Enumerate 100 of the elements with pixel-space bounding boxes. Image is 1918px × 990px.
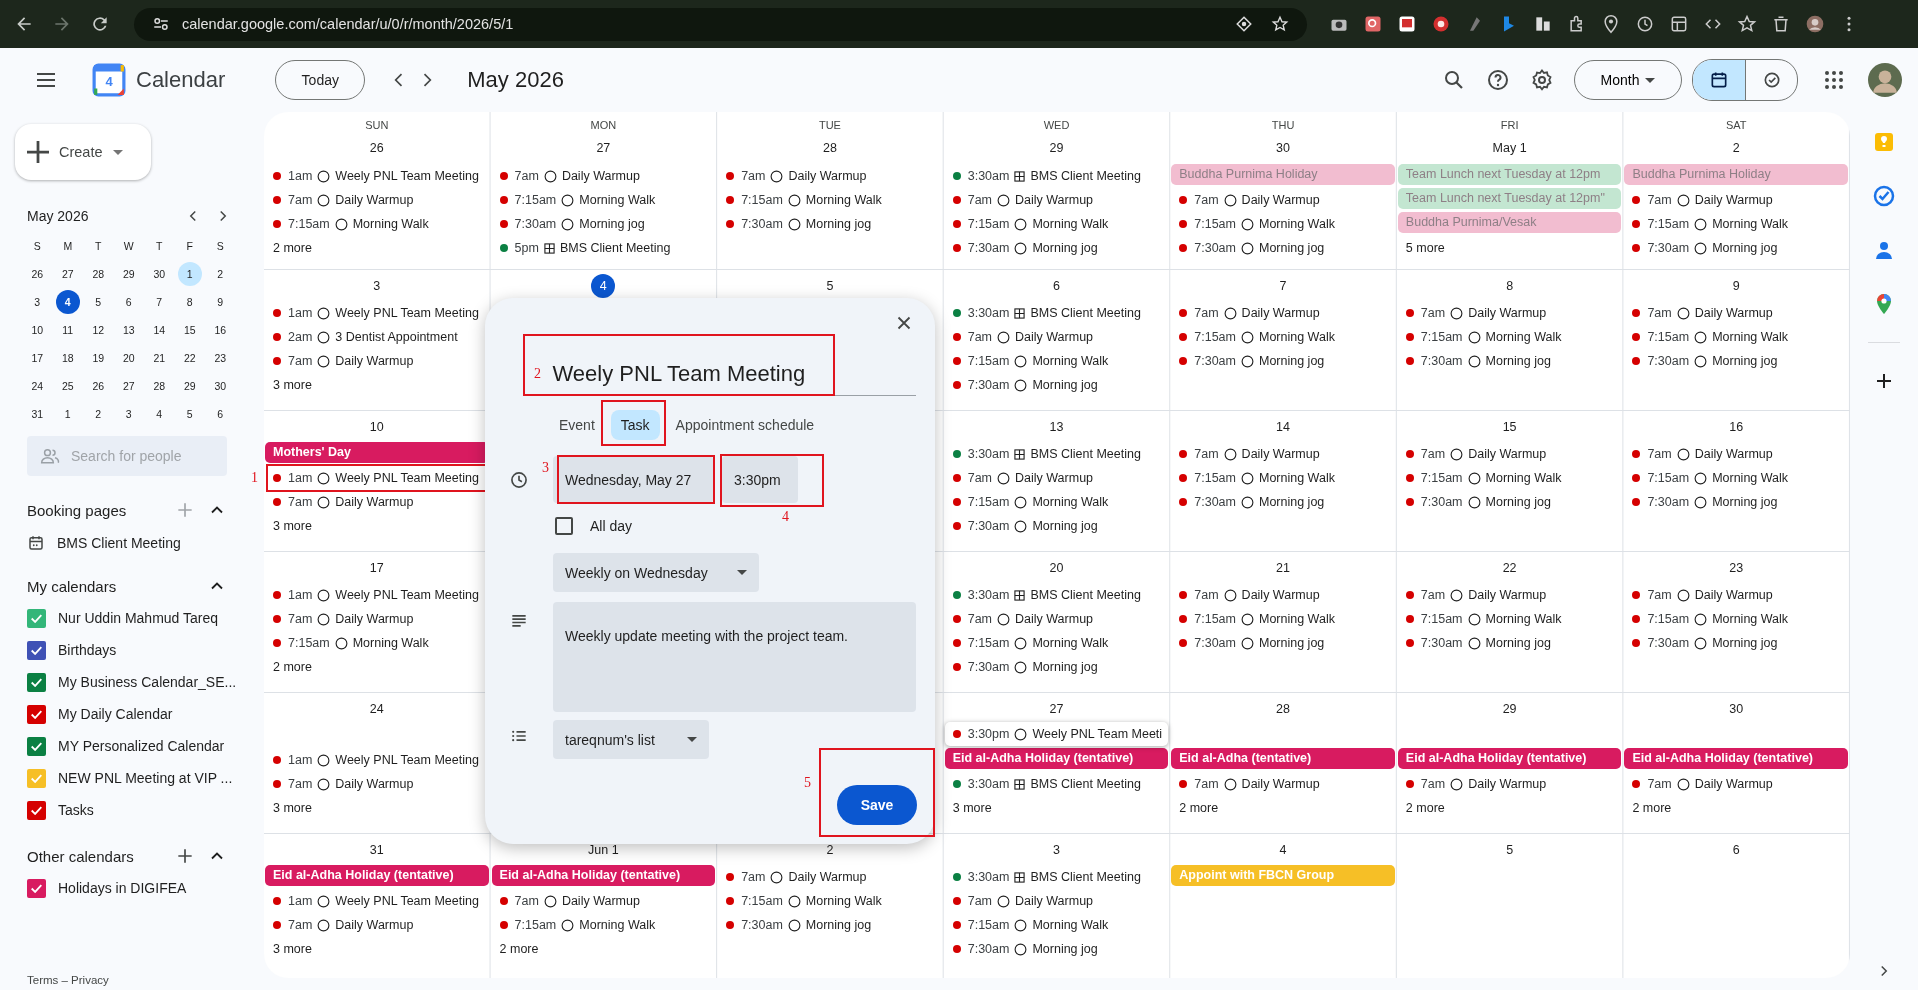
event-title[interactable]: Daily Warmup xyxy=(1241,306,1320,320)
mini-calendar-day[interactable]: 5 xyxy=(177,402,202,426)
event-title[interactable]: Morning Walk xyxy=(1259,217,1335,231)
bookmark-star-icon[interactable] xyxy=(1271,15,1289,33)
event-title[interactable]: Morning Walk xyxy=(579,918,656,932)
extension-icon[interactable] xyxy=(1363,14,1383,34)
more-events-link[interactable]: 5 more xyxy=(1402,236,1617,260)
event-title[interactable]: Morning jog xyxy=(805,918,872,932)
event-title[interactable]: BMS Client Meeting xyxy=(559,241,671,255)
event-title[interactable]: Morning Walk xyxy=(579,193,656,207)
people-search-field[interactable]: Search for people xyxy=(27,436,227,476)
date-label[interactable]: 9 xyxy=(1724,273,1749,298)
event-title[interactable]: Weely PNL Team Meeting xyxy=(335,753,479,767)
mini-calendar-day[interactable]: 27 xyxy=(116,374,141,398)
date-label[interactable]: 21 xyxy=(1271,555,1296,580)
mini-calendar-day[interactable]: 1 xyxy=(55,402,80,426)
mini-calendar-day[interactable]: 20 xyxy=(116,346,141,370)
event-title[interactable]: Daily Warmup xyxy=(1468,306,1547,320)
mini-calendar-day[interactable]: 17 xyxy=(25,346,50,370)
mini-calendar-day[interactable]: 15 xyxy=(177,318,202,342)
mini-calendar-day[interactable]: 30 xyxy=(208,374,233,398)
event-title[interactable]: BMS Client Meeting xyxy=(1030,306,1141,320)
event-title[interactable]: Daily Warmup xyxy=(1015,330,1094,344)
more-events-link[interactable]: 2 more xyxy=(1176,796,1390,820)
more-events-link[interactable]: 3 more xyxy=(270,373,484,397)
settings-icon[interactable] xyxy=(1530,68,1554,92)
more-events-link[interactable]: 3 more xyxy=(270,796,484,820)
date-label[interactable]: 10 xyxy=(364,414,389,439)
event-chip[interactable]: 3:30pm Weely PNL Team Meeti xyxy=(944,722,1169,746)
mini-calendar-day[interactable]: 28 xyxy=(86,262,111,286)
date-label[interactable]: 4 xyxy=(591,273,616,298)
calendar-checkbox[interactable] xyxy=(27,736,46,756)
date-label[interactable]: 27 xyxy=(1044,696,1069,721)
location-pin-icon[interactable] xyxy=(1601,14,1621,34)
date-label[interactable]: 13 xyxy=(1044,414,1069,439)
event-title[interactable]: Morning jog xyxy=(1259,495,1325,509)
calendar-checkbox[interactable] xyxy=(27,800,46,820)
event-title[interactable]: Morning Walk xyxy=(352,217,429,231)
mini-calendar-day[interactable]: 2 xyxy=(86,402,111,426)
diamond-icon[interactable] xyxy=(1235,15,1253,33)
site-info-icon[interactable] xyxy=(152,15,170,33)
event-title[interactable]: Morning jog xyxy=(1712,495,1778,509)
date-label[interactable]: 24 xyxy=(364,696,389,721)
mini-calendar-day[interactable]: 6 xyxy=(116,290,141,314)
event-title[interactable]: Morning Walk xyxy=(1032,354,1109,368)
event-title[interactable]: Morning Walk xyxy=(1712,612,1789,626)
event-title[interactable]: Morning jog xyxy=(1032,241,1098,255)
date-label[interactable]: 31 xyxy=(364,837,389,862)
event-title[interactable]: Daily Warmup xyxy=(335,193,414,207)
event-title[interactable]: Daily Warmup xyxy=(335,918,414,932)
calendar-checkbox[interactable] xyxy=(27,640,46,660)
event-title[interactable]: Morning Walk xyxy=(805,193,882,207)
date-label[interactable]: 5 xyxy=(1497,837,1522,862)
mini-calendar-day[interactable]: 18 xyxy=(55,346,80,370)
calendar-view-toggle[interactable] xyxy=(1693,60,1745,100)
event-title[interactable]: BMS Client Meeting xyxy=(1030,588,1141,602)
all-day-event[interactable]: Eid al-Adha Holiday (tentative) xyxy=(1624,748,1848,769)
calendar-checkbox[interactable] xyxy=(27,672,46,692)
mini-calendar-day[interactable]: 26 xyxy=(25,262,50,286)
event-title[interactable]: Morning Walk xyxy=(1032,217,1109,231)
date-label[interactable]: 26 xyxy=(364,136,389,160)
all-day-checkbox[interactable] xyxy=(555,517,573,535)
date-label[interactable]: 6 xyxy=(1724,837,1749,862)
date-label[interactable]: 22 xyxy=(1497,555,1522,580)
event-title[interactable]: Morning jog xyxy=(1712,354,1778,368)
event-title[interactable]: Daily Warmup xyxy=(561,894,640,908)
create-button[interactable]: Create xyxy=(15,124,151,180)
date-label[interactable]: 29 xyxy=(1497,696,1522,721)
mini-calendar-day[interactable]: 12 xyxy=(86,318,111,342)
extension-icon[interactable] xyxy=(1397,14,1417,34)
event-title[interactable]: Daily Warmup xyxy=(335,495,414,509)
event-title[interactable]: Morning jog xyxy=(1259,241,1325,255)
mini-calendar-day[interactable]: 21 xyxy=(147,346,172,370)
event-title[interactable]: Daily Warmup xyxy=(1694,193,1773,207)
terms-privacy-link[interactable]: Terms – Privacy xyxy=(27,974,264,986)
event-title[interactable]: Daily Warmup xyxy=(1241,777,1320,791)
event-title[interactable]: Daily Warmup xyxy=(1241,193,1320,207)
date-label[interactable]: 30 xyxy=(1724,696,1749,721)
date-label[interactable]: 2 xyxy=(1724,136,1749,160)
event-title[interactable]: Weely PNL Team Meeting xyxy=(335,306,479,320)
date-label[interactable]: 28 xyxy=(1271,696,1296,721)
mini-calendar-day[interactable]: 10 xyxy=(25,318,50,342)
mini-calendar-day[interactable]: 2 xyxy=(208,262,233,286)
event-title[interactable]: BMS Client Meeting xyxy=(1030,447,1141,461)
date-label[interactable]: 15 xyxy=(1497,414,1522,439)
event-title[interactable]: Morning Walk xyxy=(1259,612,1335,626)
all-day-event[interactable]: Eid al-Adha (tentative) xyxy=(1171,748,1395,769)
mini-calendar-day[interactable]: 1 xyxy=(177,262,202,286)
more-events-link[interactable]: 2 more xyxy=(270,236,484,260)
trash-icon[interactable] xyxy=(1771,14,1791,34)
date-field[interactable]: Wednesday, May 27 xyxy=(553,456,713,503)
description-field[interactable]: Weekly update meeting with the project team. xyxy=(553,602,916,712)
mini-calendar-day[interactable]: 13 xyxy=(116,318,141,342)
mini-calendar-day[interactable]: 14 xyxy=(147,318,172,342)
mini-calendar-day[interactable]: 6 xyxy=(208,402,233,426)
mini-calendar-day[interactable]: 4 xyxy=(147,402,172,426)
event-title[interactable]: Daily Warmup xyxy=(335,612,414,626)
type-tab[interactable]: Event xyxy=(553,410,601,440)
event-title[interactable]: BMS Client Meeting xyxy=(1030,777,1141,791)
mini-calendar-day[interactable]: 26 xyxy=(86,374,111,398)
